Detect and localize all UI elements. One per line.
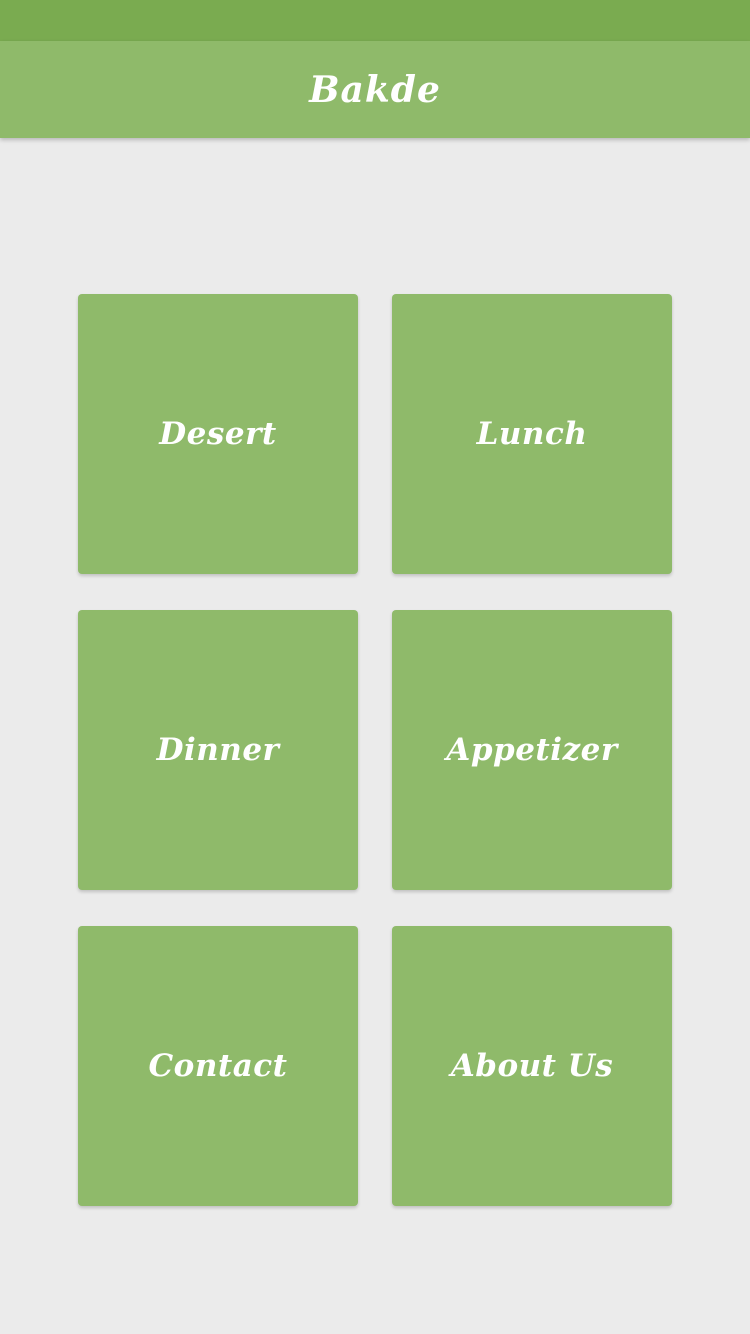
app-title: Bakde <box>309 68 441 111</box>
tile-appetizer[interactable]: Appetizer <box>392 610 672 890</box>
tile-about-us[interactable]: About Us <box>392 926 672 1206</box>
app-bar: Bakde <box>0 41 750 138</box>
tile-lunch[interactable]: Lunch <box>392 294 672 574</box>
tile-contact[interactable]: Contact <box>78 926 358 1206</box>
tile-label: Lunch <box>476 416 588 452</box>
tile-label: Contact <box>148 1048 288 1084</box>
tile-label: Dinner <box>156 732 280 768</box>
status-bar <box>0 0 750 41</box>
tile-label: About Us <box>450 1048 614 1084</box>
tile-desert[interactable]: Desert <box>78 294 358 574</box>
tile-label: Desert <box>159 416 277 452</box>
tile-dinner[interactable]: Dinner <box>78 610 358 890</box>
tile-label: Appetizer <box>446 732 618 768</box>
